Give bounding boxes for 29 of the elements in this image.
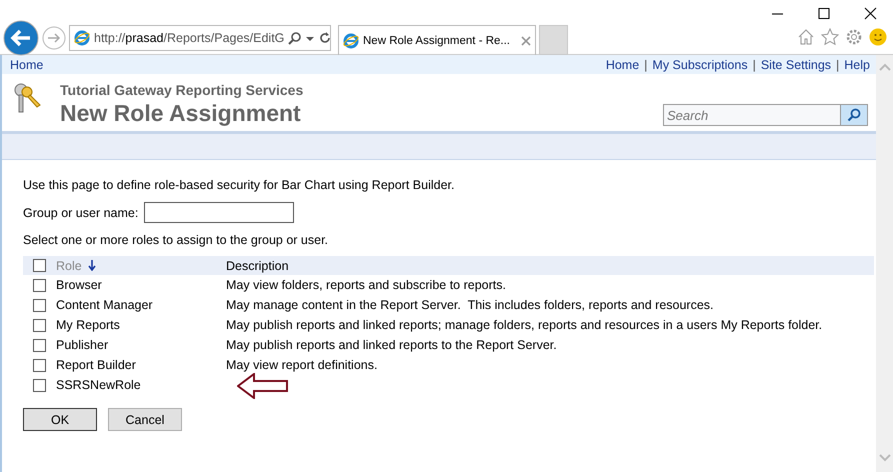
separator: | xyxy=(644,58,648,72)
search-field[interactable]: Search xyxy=(663,104,868,126)
table-cell-text: Publisher xyxy=(56,338,110,352)
column-header: Description xyxy=(226,258,289,272)
instruction-text: Select one or more roles to assign to the group or user. xyxy=(23,233,330,247)
nav-link[interactable]: My Subscriptions xyxy=(652,58,748,72)
intro-text: Use this page to define role-based security for Bar Chart using Report Builder. xyxy=(23,178,456,192)
table-cell: May view folders, reports and subscribe to reports. xyxy=(226,278,506,292)
table-cell: May publish reports and linked reports; manage folders, reports and resources in a users My Reports folder. xyxy=(226,318,822,332)
home-link[interactable]: Home xyxy=(10,58,44,72)
nav-link[interactable]: Home xyxy=(606,58,640,72)
table-cell-text: Report Builder xyxy=(56,358,137,372)
page-title: New Role Assignment xyxy=(60,100,302,127)
field-label: Group or user name: xyxy=(23,206,138,220)
separator: | xyxy=(836,58,840,72)
table-cell: May publish reports and linked reports to the Report Server. xyxy=(226,338,557,352)
separator: | xyxy=(752,58,756,72)
table-cell-text: Browser xyxy=(56,278,103,292)
address-bar[interactable]: http://prasad/Reports/Pages/EditG xyxy=(69,25,331,51)
table-cell: May view report definitions. xyxy=(226,358,378,372)
ok-button[interactable]: OK xyxy=(23,408,97,431)
table-cell-text: Content Manager xyxy=(56,298,154,312)
nav-link[interactable]: Site Settings xyxy=(760,58,832,72)
table-cell-text: My Reports xyxy=(56,318,121,332)
nav-link[interactable]: Help xyxy=(844,58,870,72)
site-title: Tutorial Gateway Reporting Services xyxy=(60,82,304,98)
cancel-button[interactable]: Cancel xyxy=(108,408,182,431)
table-cell: May manage content in the Report Server. This includes folders, reports and resources. xyxy=(226,298,714,312)
table-cell-text: SSRSNewRole xyxy=(56,378,142,392)
